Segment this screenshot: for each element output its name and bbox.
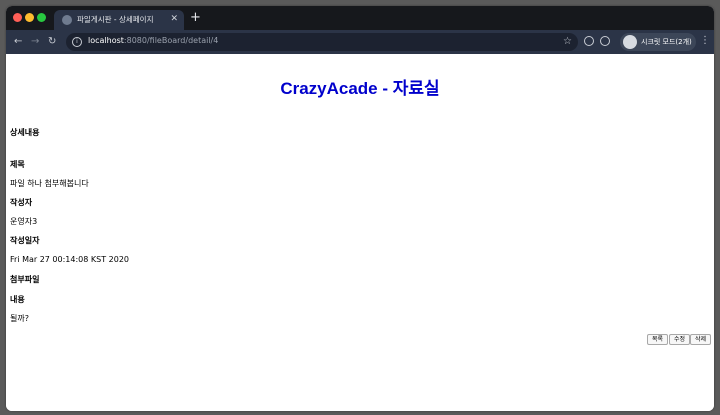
minimize-window-button[interactable] (25, 13, 34, 22)
reload-icon[interactable]: ↻ (48, 35, 56, 49)
info-icon[interactable]: i (72, 37, 82, 47)
subject-value: 파일 하나 첨부해봅니다 (10, 179, 89, 188)
address-bar[interactable]: i localhost:8080/fileBoard/detail/4 ☆ (66, 33, 578, 51)
arrow-right-icon[interactable]: → (31, 35, 39, 49)
date-label: 작성일자 (10, 236, 40, 245)
plus-icon[interactable]: + (190, 10, 201, 26)
star-icon[interactable]: ☆ (563, 35, 572, 49)
attachment-label: 첨부파일 (10, 275, 40, 284)
browser-toolbar: ← → ↻ i localhost:8080/fileBoard/detail/… (6, 30, 714, 54)
incognito-icon (623, 35, 637, 49)
extension-icon[interactable] (584, 36, 594, 46)
content-label: 내용 (10, 295, 25, 304)
kebab-menu-icon[interactable]: ⋮ (700, 34, 710, 48)
author-value: 운영자3 (10, 217, 38, 226)
content-value: 될까? (10, 314, 29, 323)
extension-icon[interactable] (600, 36, 610, 46)
close-window-button[interactable] (13, 13, 22, 22)
globe-icon (62, 15, 72, 25)
maximize-window-button[interactable] (37, 13, 46, 22)
list-button[interactable]: 목록 (647, 334, 669, 345)
section-heading: 상세내용 (10, 128, 40, 137)
tab-bar: 파일게시판 - 상세페이지 ✕ + (6, 6, 714, 30)
tab-title: 파일게시판 - 상세페이지 (77, 15, 154, 24)
date-value: Fri Mar 27 00:14:08 KST 2020 (10, 255, 130, 264)
edit-button[interactable]: 수정 (669, 334, 691, 345)
arrow-left-icon[interactable]: ← (14, 35, 22, 49)
close-icon[interactable]: ✕ (170, 13, 178, 25)
author-label: 작성자 (10, 198, 33, 207)
incognito-indicator[interactable]: 시크릿 모드(2개) (620, 33, 696, 51)
browser-window: 파일게시판 - 상세페이지 ✕ + ← → ↻ i localhost:8080… (6, 6, 714, 411)
url-path: :8080/fileBoard/detail/4 (123, 36, 219, 45)
url-text[interactable]: localhost:8080/fileBoard/detail/4 (88, 36, 218, 45)
incognito-label: 시크릿 모드(2개) (641, 38, 692, 46)
url-host: localhost (88, 36, 124, 45)
browser-tab[interactable]: 파일게시판 - 상세페이지 ✕ (54, 10, 184, 30)
page-title: CrazyAcade - 자료실 (280, 79, 440, 98)
page-content: CrazyAcade - 자료실 상세내용 제목 파일 하나 첨부해봅니다 작성… (6, 54, 714, 411)
subject-label: 제목 (10, 160, 25, 169)
delete-button[interactable]: 삭제 (690, 334, 712, 345)
